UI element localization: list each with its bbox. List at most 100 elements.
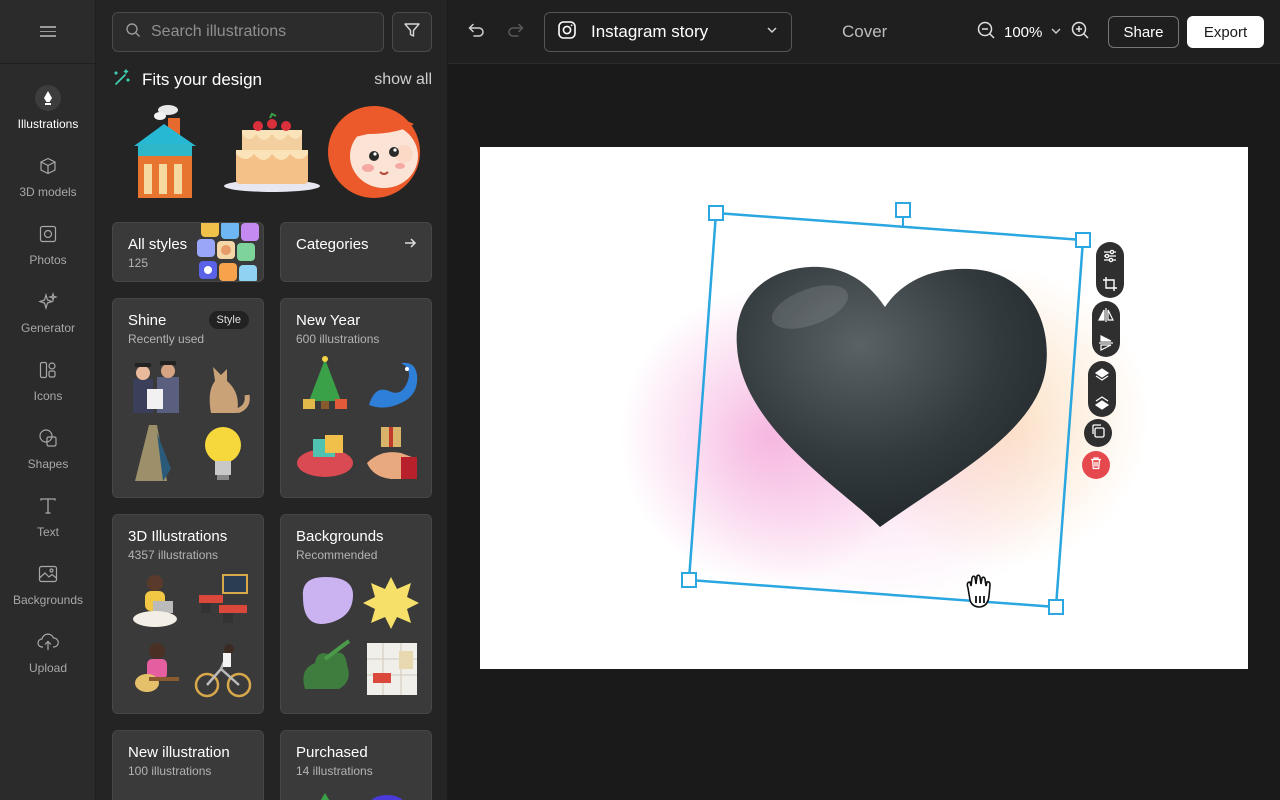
new-illustration-card[interactable]: New illustration 100 illustrations — [112, 730, 264, 800]
fits-header: Fits your design show all — [112, 68, 432, 92]
search-icon — [125, 22, 141, 43]
kid-face-illustration[interactable] — [328, 104, 432, 200]
shine-card[interactable]: Shine Recently used Style — [112, 298, 264, 498]
3d-illustrations-card[interactable]: 3D Illustrations 4357 illustrations — [112, 514, 264, 714]
burst-thumbnail — [363, 577, 419, 629]
zoom-in-icon[interactable] — [1070, 20, 1090, 44]
instagram-icon — [557, 20, 577, 45]
rail-label: Icons — [33, 389, 63, 403]
illustrations-panel: Fits your design show all — [96, 0, 448, 800]
woman-laptop-thumbnail — [133, 575, 177, 627]
card-title: Shine — [128, 312, 167, 329]
card-title: Categories — [296, 236, 369, 253]
send-backward-icon[interactable] — [1090, 392, 1114, 414]
heart-illustration[interactable] — [480, 147, 1248, 669]
categories-card[interactable]: Categories — [280, 222, 432, 282]
search-box[interactable] — [112, 12, 384, 52]
new-year-card[interactable]: New Year 600 illustrations — [280, 298, 432, 498]
sparkles-icon — [35, 289, 61, 315]
all-styles-card[interactable]: All styles 125 — [112, 222, 264, 282]
arrow-right-icon — [403, 236, 417, 254]
house-illustration[interactable] — [112, 104, 216, 200]
flip-horizontal-icon[interactable] — [1094, 304, 1118, 326]
format-label: Instagram story — [591, 22, 709, 41]
undo-icon — [466, 20, 486, 45]
room-thumbnail — [367, 643, 417, 695]
rail-item-illustrations[interactable]: Illustrations — [0, 74, 96, 142]
redo-button[interactable] — [504, 20, 528, 44]
rail-item-3d-models[interactable]: 3D models — [0, 142, 96, 210]
card-title: New Year — [296, 312, 361, 329]
purchased-card[interactable]: Purchased 14 illustrations — [280, 730, 432, 800]
plant-thumbnail — [303, 639, 351, 689]
rail-item-icons[interactable]: Icons — [0, 346, 96, 414]
card-title: 3D Illustrations — [128, 528, 228, 545]
shapes-icon — [35, 425, 61, 451]
rail-item-generator[interactable]: Generator — [0, 278, 96, 346]
rail-item-shapes[interactable]: Shapes — [0, 414, 96, 482]
chevron-down-icon[interactable] — [1050, 24, 1062, 41]
layer-tools-pill — [1088, 361, 1116, 417]
gift-hand-thumbnail — [367, 427, 417, 479]
cover-button[interactable]: Cover — [842, 22, 887, 42]
show-all-link[interactable]: show all — [374, 71, 432, 89]
rail-label: 3D models — [19, 185, 77, 199]
card-title: Backgrounds — [296, 528, 384, 545]
cake-illustration[interactable] — [220, 104, 324, 200]
rail-item-photos[interactable]: Photos — [0, 210, 96, 278]
zoom-out-icon[interactable] — [976, 20, 996, 44]
zoom-level[interactable]: 100% — [1004, 24, 1042, 41]
duplicate-button[interactable] — [1084, 419, 1112, 447]
rail-label: Backgrounds — [12, 593, 84, 607]
fits-title: Fits your design — [142, 70, 262, 89]
purchased-preview-image — [320, 793, 403, 800]
backgrounds-card[interactable]: Backgrounds Recommended — [280, 514, 432, 714]
hamburger-menu-button[interactable] — [0, 0, 95, 64]
bring-forward-icon[interactable] — [1090, 364, 1114, 386]
card-subtitle: 14 illustrations — [296, 764, 373, 778]
rail-item-backgrounds[interactable]: Backgrounds — [0, 550, 96, 618]
rail-label: Text — [36, 525, 59, 539]
card-title: New illustration — [128, 744, 230, 761]
rail-label: Photos — [29, 253, 67, 267]
delete-button[interactable] — [1082, 451, 1110, 479]
image-icon — [35, 561, 61, 587]
style-badge: Style — [208, 311, 249, 329]
card-subtitle: 4357 illustrations — [128, 548, 219, 562]
search-input[interactable] — [151, 23, 371, 41]
undo-button[interactable] — [464, 20, 488, 44]
export-button[interactable]: Export — [1187, 16, 1264, 48]
rail-label: Illustrations — [17, 117, 79, 131]
cat-thumbnail — [209, 367, 250, 414]
crop-icon[interactable] — [1098, 273, 1122, 295]
icons-icon — [35, 357, 61, 383]
rail-item-text[interactable]: Text — [0, 482, 96, 550]
format-dropdown[interactable]: Instagram story — [544, 12, 792, 52]
magic-wand-icon — [112, 68, 132, 93]
photo-icon — [35, 221, 61, 247]
rail-label: Shapes — [27, 457, 69, 471]
zoom-controls: 100% — [976, 20, 1090, 44]
card-subtitle: Recently used — [128, 332, 205, 346]
lamp-thumbnail — [135, 425, 171, 481]
flip-vertical-icon[interactable] — [1094, 332, 1118, 354]
card-subtitle: Recommended — [296, 548, 378, 562]
hamburger-icon — [39, 23, 56, 40]
card-title: Purchased — [296, 744, 368, 761]
upload-cloud-icon — [35, 629, 61, 655]
filter-button[interactable] — [392, 12, 432, 52]
rail-item-upload[interactable]: Upload — [0, 618, 96, 686]
graduates-thumbnail — [133, 361, 179, 413]
flip-tools-pill — [1092, 301, 1120, 357]
rail-label: Upload — [28, 661, 68, 675]
top-bar: Instagram story Cover 100% Share Export — [448, 0, 1280, 64]
duplicate-icon — [1091, 423, 1105, 443]
design-canvas[interactable] — [480, 147, 1248, 669]
cube-icon — [35, 153, 61, 179]
card-subtitle: 125 — [128, 256, 149, 270]
desks-thumbnail — [199, 574, 248, 623]
share-button[interactable]: Share — [1108, 16, 1179, 48]
edit-tools-pill — [1096, 242, 1124, 298]
adjust-sliders-icon[interactable] — [1098, 245, 1122, 267]
chevron-down-icon — [765, 23, 779, 42]
